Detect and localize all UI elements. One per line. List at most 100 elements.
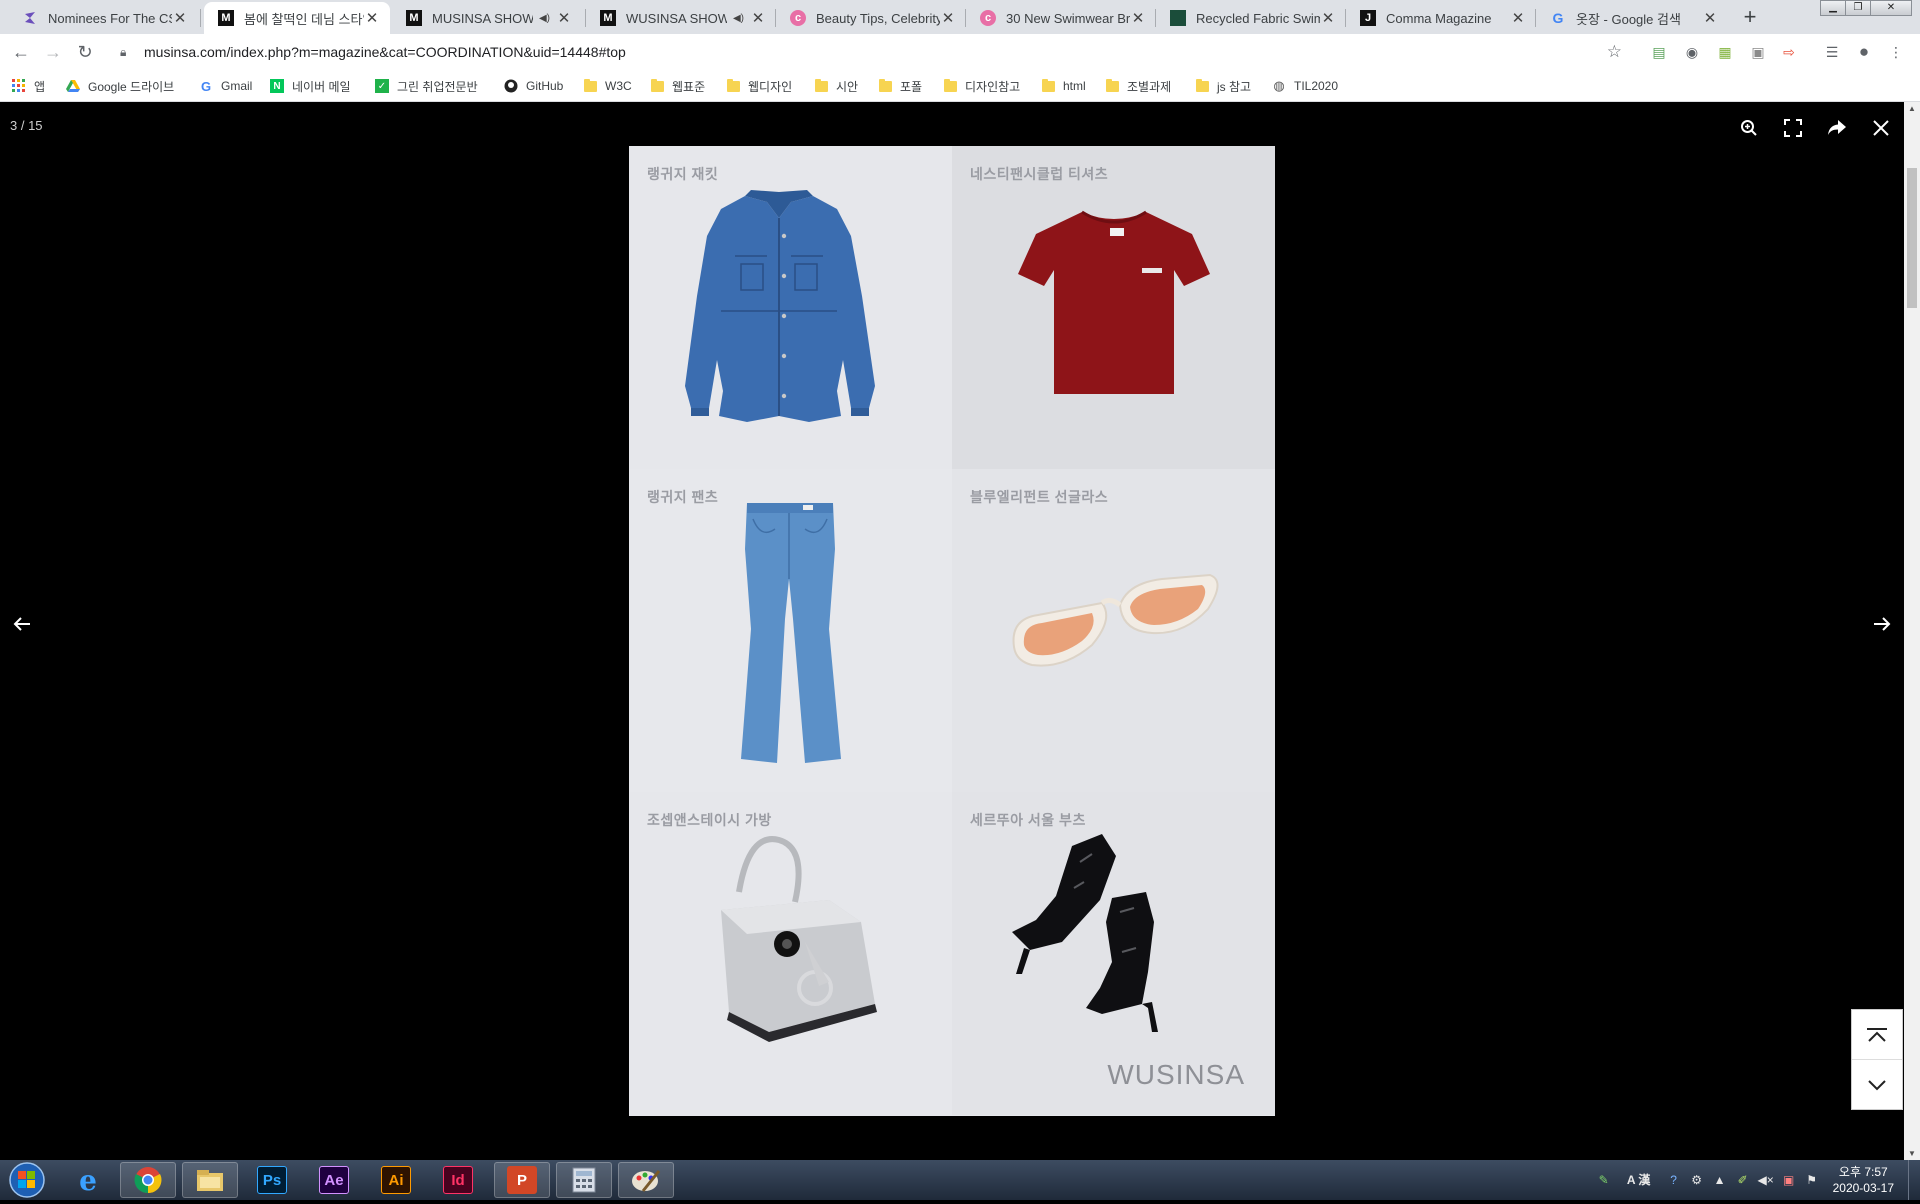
tab[interactable]: J Comma Magazine ✕ (1346, 2, 1536, 34)
scroll-top-icon[interactable] (1852, 1010, 1902, 1060)
back-arrow-icon[interactable]: ← (9, 40, 33, 64)
close-icon[interactable] (1863, 112, 1899, 144)
tab[interactable]: M WUSINSA SHOWCASE ◀) ✕ (586, 2, 776, 34)
taskbar-aftereffects[interactable]: Ae (306, 1162, 362, 1198)
bookmark-apps[interactable]: 앱 (12, 76, 45, 96)
bookmark-label: Google 드라이브 (88, 79, 175, 94)
close-icon[interactable]: ✕ (1702, 9, 1718, 27)
camera-extension-icon[interactable]: ▣ (1749, 43, 1767, 61)
app-tray-icon[interactable]: ✐ (1733, 1171, 1753, 1189)
show-desktop-button[interactable] (1908, 1160, 1920, 1200)
tab-title: Comma Magazine (1386, 10, 1492, 26)
slide-counter: 3 / 15 (10, 118, 43, 133)
ime-settings-icon[interactable]: ⚙ (1687, 1171, 1707, 1189)
bookmark-green[interactable]: ✓ 그린 취업전문반 (375, 76, 478, 96)
speaker-icon[interactable]: ◀) (539, 13, 550, 24)
taskbar-ie[interactable]: e (60, 1162, 116, 1198)
file-explorer-icon (195, 1166, 225, 1194)
taskbar-chrome[interactable] (120, 1162, 176, 1198)
menu-dots-icon[interactable]: ⋮ (1887, 43, 1905, 61)
scrollbar-thumb[interactable] (1907, 168, 1917, 308)
tab-title: 봄에 찰떡인 데님 스타일 (244, 11, 364, 27)
maximize-button[interactable]: ❐ (1845, 0, 1871, 16)
taskbar-calculator[interactable] (556, 1162, 612, 1198)
speaker-icon[interactable]: ◀) (733, 13, 744, 24)
list-extension-icon[interactable]: ▦ (1716, 43, 1734, 61)
minimize-button[interactable]: ▁ (1820, 0, 1846, 16)
photoshop-icon: Ps (257, 1166, 287, 1194)
globe-icon: ◍ (1273, 78, 1285, 93)
close-icon[interactable]: ✕ (364, 9, 380, 27)
fullscreen-icon[interactable] (1775, 112, 1811, 144)
start-button[interactable] (4, 1161, 50, 1199)
bookmark-til[interactable]: ◍ TIL2020 (1272, 76, 1338, 96)
close-icon[interactable]: ✕ (750, 9, 766, 27)
bookmark-folder[interactable]: 시안 (815, 76, 858, 96)
profile-avatar-icon[interactable]: ● (1855, 43, 1873, 61)
taskbar-illustrator[interactable]: Ai (368, 1162, 424, 1198)
scroll-up-arrow-icon[interactable]: ▲ (1907, 104, 1917, 113)
previous-arrow-icon[interactable] (2, 606, 42, 642)
scroll-down-arrow-icon[interactable]: ▼ (1907, 1149, 1917, 1158)
taskbar-photoshop[interactable]: Ps (244, 1162, 300, 1198)
green-bookmark-icon: ✓ (375, 79, 389, 93)
close-icon[interactable]: ✕ (1130, 9, 1146, 27)
bookmark-folder[interactable]: js 참고 (1196, 76, 1251, 96)
scroll-down-icon[interactable] (1852, 1060, 1902, 1110)
close-icon[interactable]: ✕ (172, 9, 188, 27)
bookmark-folder[interactable]: W3C (584, 76, 632, 96)
bookmark-github[interactable]: GitHub (504, 76, 563, 96)
taskbar-explorer[interactable] (182, 1162, 238, 1198)
bookmark-google-drive[interactable]: Google 드라이브 (66, 76, 174, 96)
new-tab-button[interactable]: + (1736, 4, 1764, 32)
bookmark-folder[interactable]: 웹표준 (651, 76, 705, 96)
taskbar-paint[interactable] (618, 1162, 674, 1198)
tab-active[interactable]: M 봄에 찰떡인 데님 스타일 ✕ (204, 2, 390, 34)
close-icon[interactable]: ✕ (940, 9, 956, 27)
action-center-icon[interactable]: ⚑ (1802, 1171, 1822, 1189)
arrow-extension-icon[interactable]: ⇨ (1780, 43, 1798, 61)
tab[interactable]: c Beauty Tips, Celebrity S ✕ (776, 2, 966, 34)
system-tray: ✎ A 漢 ? ⚙ ▲ ✐ ◀× ▣ ⚑ 오후 7:57 2020-03-17 (1594, 1160, 1920, 1200)
close-icon[interactable]: ✕ (556, 9, 572, 27)
bookmark-folder[interactable]: html (1042, 76, 1086, 96)
volume-muted-icon[interactable]: ◀× (1756, 1171, 1776, 1189)
tab[interactable]: M MUSINSA SHOWCASE ◀) ✕ (392, 2, 582, 34)
sheets-extension-icon[interactable]: ▤ (1650, 43, 1668, 61)
taskbar-clock[interactable]: 오후 7:57 2020-03-17 (1833, 1164, 1894, 1196)
reload-icon[interactable]: ↻ (73, 40, 97, 64)
tab[interactable]: c 30 New Swimwear Bran ✕ (966, 2, 1156, 34)
taskbar-indesign[interactable]: Id (430, 1162, 486, 1198)
bookmark-folder[interactable]: 조별과제 (1106, 76, 1171, 96)
show-hidden-icons[interactable]: ▲ (1710, 1171, 1730, 1189)
close-icon[interactable]: ✕ (1510, 9, 1526, 27)
help-tray-icon[interactable]: ? (1664, 1171, 1684, 1189)
taskbar-powerpoint[interactable]: P (494, 1162, 550, 1198)
bookmark-gmail[interactable]: G Gmail (199, 76, 252, 96)
ime-indicator[interactable]: A 漢 (1617, 1171, 1661, 1189)
tab-strip: Nominees For The CSS ✕ M 봄에 찰떡인 데님 스타일 ✕… (0, 0, 1920, 34)
bookmark-folder[interactable]: 포폴 (879, 76, 922, 96)
forward-arrow-icon[interactable]: → (41, 40, 65, 64)
network-icon[interactable]: ▣ (1779, 1171, 1799, 1189)
star-icon[interactable]: ☆ (1607, 42, 1622, 62)
denim-jeans-image (741, 503, 841, 763)
tab[interactable]: G 옷장 - Google 검색 ✕ (1536, 2, 1728, 34)
pen-tray-icon[interactable]: ✎ (1594, 1171, 1614, 1189)
address-bar[interactable]: 🔒︎ musinsa.com/index.php?m=magazine&cat=… (104, 37, 1634, 67)
next-arrow-icon[interactable] (1862, 606, 1902, 642)
share-icon[interactable] (1819, 112, 1855, 144)
tab[interactable]: Recycled Fabric Swimw ✕ (1156, 2, 1346, 34)
bookmark-folder[interactable]: 디자인참고 (944, 76, 1020, 96)
close-icon[interactable]: ✕ (1320, 9, 1336, 27)
close-window-button[interactable]: ✕ (1870, 0, 1912, 16)
globe-extension-icon[interactable]: ◉ (1683, 43, 1701, 61)
url-text[interactable]: musinsa.com/index.php?m=magazine&cat=COO… (144, 44, 626, 60)
media-controls-icon[interactable]: ☰ (1823, 43, 1841, 61)
zoom-icon[interactable] (1731, 112, 1767, 144)
bookmark-naver-mail[interactable]: N 네이버 메일 (270, 76, 351, 96)
page-scrollbar[interactable]: ▲ ▼ (1904, 102, 1920, 1160)
bookmark-folder[interactable]: 웹디자인 (727, 76, 792, 96)
bookmark-label: 포폴 (900, 79, 923, 94)
tab[interactable]: Nominees For The CSS ✕ (8, 2, 198, 34)
